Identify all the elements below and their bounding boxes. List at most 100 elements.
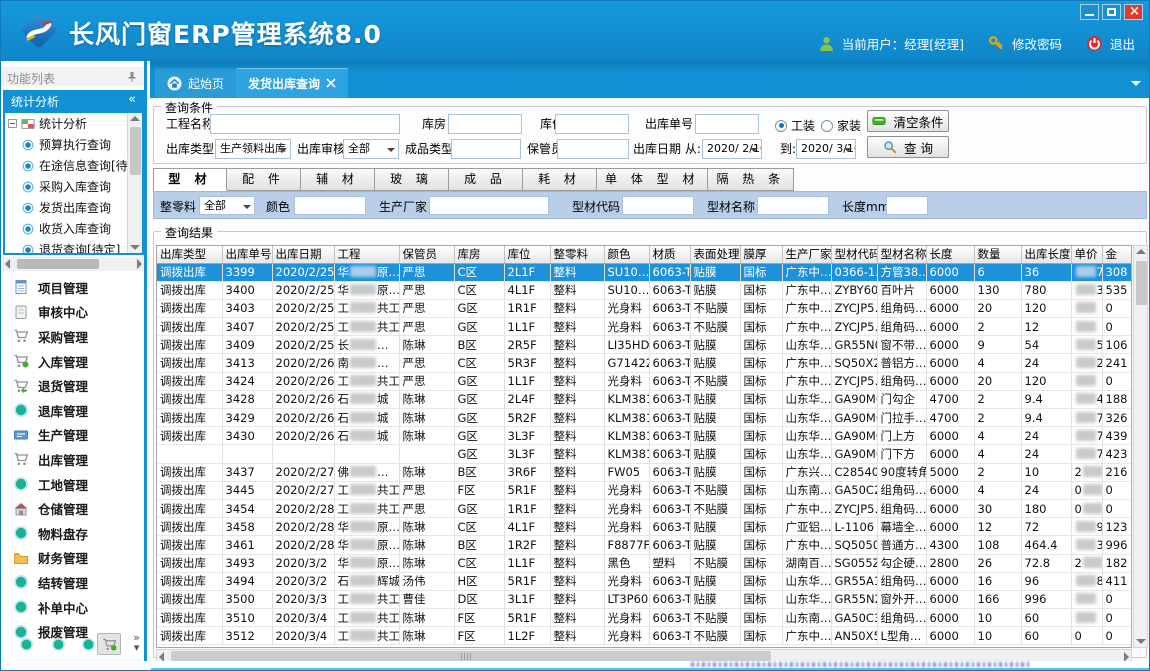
sidebar-menu-item[interactable]: 出库管理: [1, 447, 144, 472]
table-row[interactable]: 调拨出库34292020/2/26石城陈琳G区5R2F整料KLM38176063…: [157, 409, 1132, 427]
project-name-input[interactable]: [210, 114, 400, 134]
tree-item[interactable]: 收货入库查询: [5, 218, 127, 239]
maximize-button[interactable]: [1102, 4, 1121, 20]
column-header[interactable]: 材质: [649, 246, 690, 263]
column-header[interactable]: 库位: [504, 246, 550, 263]
column-header[interactable]: 整零料: [550, 246, 604, 263]
column-header[interactable]: 库房: [454, 246, 504, 263]
table-row[interactable]: 调拨出库34452020/2/27工共工程严思F区5R1F整料光身料6063-T…: [157, 481, 1132, 499]
material-tab[interactable]: 单 体 型 材: [597, 168, 708, 191]
tree-item[interactable]: 预算执行查询: [5, 134, 127, 155]
table-row[interactable]: 调拨出库34582020/2/28华原…陈琳C区4L1F整料光身料6063-T5…: [157, 518, 1132, 536]
material-tab[interactable]: 辅 材: [301, 168, 375, 191]
table-row[interactable]: 调拨出库34092020/2/25长…陈琳B区2R5F整料LI35HD6063-…: [157, 336, 1132, 354]
order-no-input[interactable]: [695, 114, 759, 134]
radio-home-clothing[interactable]: 家装: [821, 117, 861, 134]
material-tab[interactable]: 隔 热 条: [708, 168, 794, 191]
sidebar-menu-item[interactable]: 生产管理: [1, 423, 144, 448]
sidebar-menu-item[interactable]: 审核中心: [1, 300, 144, 325]
tree-item[interactable]: 在途信息查询[待: [5, 155, 127, 176]
sidebar-menu-item[interactable]: 财务管理: [1, 546, 144, 571]
results-vertical-scrollbar[interactable]: [1133, 245, 1148, 648]
out-type-select[interactable]: 生产领料出库: [215, 139, 291, 159]
column-header[interactable]: 颜色: [604, 246, 649, 263]
table-row[interactable]: 调拨出库34942020/3/2石辉城汤伟H区5R1F整料光身料6063-T5贴…: [157, 572, 1132, 590]
tree-horizontal-scrollbar[interactable]: [3, 257, 144, 271]
collapse-icon[interactable]: «: [128, 92, 136, 107]
dot-icon[interactable]: [19, 637, 34, 652]
tree-vertical-scrollbar[interactable]: [127, 113, 142, 253]
column-header[interactable]: 型材名称: [877, 246, 926, 263]
material-tab[interactable]: 成 品: [449, 168, 523, 191]
material-tab[interactable]: 型 材: [153, 168, 227, 191]
dot-icon[interactable]: [51, 637, 66, 652]
expander-icon[interactable]: [8, 119, 17, 128]
column-header[interactable]: 出库长度: [1021, 246, 1071, 263]
section-header[interactable]: 统计分析 «: [3, 90, 144, 111]
sidebar-menu-item[interactable]: 物料盘存: [1, 521, 144, 546]
tree-item[interactable]: 退货查询[待定]: [5, 239, 127, 253]
table-row[interactable]: 调拨出库33992020/2/25华原…严思C区2L1F整料SU10…6063-…: [157, 263, 1132, 281]
column-header[interactable]: 型材代码: [831, 246, 877, 263]
product-type-input[interactable]: [451, 139, 521, 159]
sidebar-menu-item[interactable]: 入库管理: [1, 349, 144, 374]
change-password-link[interactable]: 修改密码: [1012, 34, 1062, 53]
sidebar-menu-item[interactable]: 退库管理: [1, 398, 144, 423]
audit-select[interactable]: 全部: [343, 139, 399, 159]
table-row[interactable]: 调拨出库34242020/2/26工共工程严思G区1L1F整料光身料6063-T…: [157, 372, 1132, 390]
dot-icon[interactable]: [81, 637, 96, 652]
search-button[interactable]: 查 询: [867, 136, 949, 158]
close-button[interactable]: [1124, 4, 1143, 20]
table-row[interactable]: 调拨出库34132020/2/26南…严思C区5R3F整料G714226063-…: [157, 354, 1132, 372]
table-row[interactable]: 调拨出库34932020/3/2华原…陈琳C区1L1F整料黑色塑料不贴膜国标湖南…: [157, 554, 1132, 572]
column-header[interactable]: 保管员: [399, 246, 454, 263]
table-row[interactable]: 调拨出库34002020/2/25华原…严思C区4L1F整料SU10…6063-…: [157, 281, 1132, 299]
column-header[interactable]: 生产厂家: [782, 246, 831, 263]
column-header[interactable]: 出库单号: [222, 246, 272, 263]
sidebar-menu-item[interactable]: 补单中心: [1, 595, 144, 620]
table-row[interactable]: 调拨出库34072020/2/25工共工程严思G区1L1F整料光身料6063-T…: [157, 318, 1132, 336]
maker-input[interactable]: [429, 196, 549, 215]
keeper-input[interactable]: [557, 139, 629, 159]
sidebar-menu-item[interactable]: 采购管理: [1, 324, 144, 349]
length-input[interactable]: [886, 196, 928, 215]
column-header[interactable]: 数量: [974, 246, 1021, 263]
tree-item[interactable]: 发货出库查询: [5, 197, 127, 218]
whole-part-select[interactable]: 全部: [199, 196, 255, 215]
material-tab[interactable]: 玻 璃: [375, 168, 449, 191]
table-row[interactable]: 调拨出库34542020/2/28工共工程严思G区1R1F整料光身料6063-T…: [157, 499, 1132, 517]
tab-shipping-outbound-query[interactable]: 发货出库查询: [236, 68, 348, 98]
table-row[interactable]: 调拨出库35002020/3/3工共工程曹佳D区3L1F整料LT3P606063…: [157, 590, 1132, 608]
tab-list-dropdown-icon[interactable]: [1131, 81, 1141, 91]
sidebar-menu-item[interactable]: 退货管理: [1, 373, 144, 398]
column-header[interactable]: 表面处理: [690, 246, 740, 263]
table-row[interactable]: 调拨出库34302020/2/26石城陈琳G区3L3F整料KLM38176063…: [157, 427, 1132, 445]
column-header[interactable]: 出库类型: [157, 246, 222, 263]
location-input[interactable]: [555, 114, 629, 134]
cart-tool-button[interactable]: [97, 633, 121, 655]
column-header[interactable]: 出库日期: [272, 246, 334, 263]
sidebar-menu-item[interactable]: 工地管理: [1, 472, 144, 497]
tab-home[interactable]: 起始页: [155, 68, 236, 98]
sidebar-menu-item[interactable]: 项目管理: [1, 275, 144, 300]
pin-icon[interactable]: [126, 71, 138, 83]
material-tab[interactable]: 配 件: [227, 168, 301, 191]
table-row[interactable]: 调拨出库34372020/2/27佛…陈琳B区3R6F整料FW056063-T5…: [157, 463, 1132, 481]
table-row[interactable]: 调拨出库34032020/2/25工共工程严思G区1R1F整料光身料6063-T…: [157, 299, 1132, 317]
table-row[interactable]: 调拨出库35102020/3/4工共工程陈琳F区5R1F整料光身料6063-T5…: [157, 609, 1132, 627]
more-buttons-chevron[interactable]: »▾: [133, 633, 140, 653]
radio-work-clothing[interactable]: 工装: [775, 117, 815, 134]
tree-root[interactable]: 统计分析: [5, 113, 127, 134]
sidebar-menu-item[interactable]: 仓储管理: [1, 496, 144, 521]
profile-code-input[interactable]: [622, 196, 694, 215]
material-tab[interactable]: 耗 材: [523, 168, 597, 191]
date-from-select[interactable]: 2020/ 2/16: [702, 139, 762, 159]
column-header[interactable]: 工程: [334, 246, 399, 263]
close-tab-icon[interactable]: [326, 78, 336, 88]
warehouse-input[interactable]: [448, 114, 522, 134]
date-to-select[interactable]: 2020/ 3/16: [796, 139, 856, 159]
profile-name-input[interactable]: [757, 196, 829, 215]
sidebar-menu-item[interactable]: 结转管理: [1, 570, 144, 595]
column-header[interactable]: 单价: [1071, 246, 1102, 263]
table-row[interactable]: 调拨出库34612020/2/28华原…陈琳B区1R2F整料F8877FT606…: [157, 536, 1132, 554]
